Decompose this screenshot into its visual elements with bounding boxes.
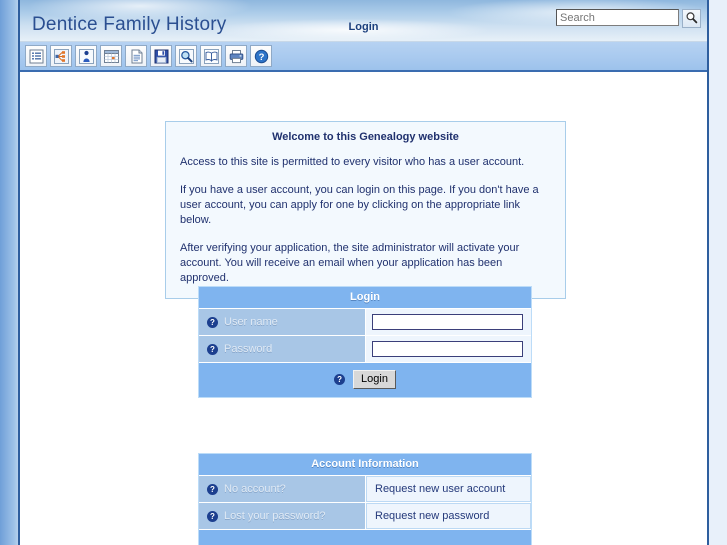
account-information-panel: Account Information ? No account? Reques… xyxy=(198,453,532,545)
document-icon xyxy=(129,49,144,64)
account-panel-title: Account Information xyxy=(199,454,531,476)
list-icon xyxy=(29,49,44,64)
tree-chart-icon xyxy=(53,48,69,64)
print-button[interactable] xyxy=(225,45,247,67)
sources-button[interactable] xyxy=(200,45,222,67)
book-icon xyxy=(203,48,219,64)
username-input[interactable] xyxy=(372,314,523,330)
request-new-user-account-link[interactable]: Request new user account xyxy=(375,483,505,495)
login-panel: Login ? User name ? Password ? Login xyxy=(198,286,532,398)
no-account-label: No account? xyxy=(224,483,286,495)
magnifier-icon xyxy=(178,48,194,64)
reports-button[interactable] xyxy=(125,45,147,67)
username-field-cell xyxy=(366,309,531,335)
lost-password-label-cell: ? Lost your password? xyxy=(199,503,366,529)
svg-text:?: ? xyxy=(258,52,264,63)
request-account-cell[interactable]: Request new user account xyxy=(366,476,531,502)
username-label: User name xyxy=(224,316,278,328)
magnifier-icon xyxy=(685,11,698,27)
help-button[interactable]: ? xyxy=(250,45,272,67)
welcome-title: Welcome to this Genealogy website xyxy=(272,131,459,143)
question-mark-icon: ? xyxy=(254,49,269,64)
question-mark-icon[interactable]: ? xyxy=(207,316,218,328)
search-submit-button[interactable] xyxy=(682,9,701,28)
account-panel-footer xyxy=(199,530,531,545)
lost-password-label: Lost your password? xyxy=(224,510,326,522)
no-account-label-cell: ? No account? xyxy=(199,476,366,502)
question-mark-icon[interactable]: ? xyxy=(207,483,218,495)
printer-icon xyxy=(229,49,244,64)
floppy-disk-icon xyxy=(154,49,169,64)
password-input[interactable] xyxy=(372,341,523,357)
search-area xyxy=(556,9,701,28)
login-submit-button[interactable]: Login xyxy=(353,370,396,389)
calendar-button[interactable] xyxy=(100,45,122,67)
calendar-icon xyxy=(103,49,119,64)
login-panel-footer: ? Login xyxy=(199,363,531,397)
password-label: Password xyxy=(224,343,273,355)
login-panel-title: Login xyxy=(199,287,531,309)
no-account-row: ? No account? Request new user account xyxy=(199,476,531,503)
password-label-cell: ? Password xyxy=(199,336,366,362)
search-input[interactable] xyxy=(556,9,679,26)
search-toolbar-button[interactable] xyxy=(175,45,197,67)
username-row: ? User name xyxy=(199,309,531,336)
welcome-paragraph: After verifying your application, the si… xyxy=(180,242,520,284)
page-frame: Dentice Family History Login Search ? We… xyxy=(18,0,709,545)
pedigree-chart-button[interactable] xyxy=(50,45,72,67)
welcome-box: Welcome to this Genealogy website Access… xyxy=(165,121,566,299)
lost-password-row: ? Lost your password? Request new passwo… xyxy=(199,503,531,530)
person-icon xyxy=(78,48,94,64)
password-field-cell xyxy=(366,336,531,362)
main-content: Welcome to this Genealogy website Access… xyxy=(20,72,707,545)
request-new-password-link[interactable]: Request new password xyxy=(375,510,489,522)
question-mark-icon[interactable]: ? xyxy=(334,374,346,385)
main-toolbar: ? xyxy=(20,42,707,72)
question-mark-icon[interactable]: ? xyxy=(207,510,218,522)
username-label-cell: ? User name xyxy=(199,309,366,335)
save-gedcom-button[interactable] xyxy=(150,45,172,67)
welcome-paragraph: If you have a user account, you can logi… xyxy=(180,184,539,226)
password-row: ? Password xyxy=(199,336,531,363)
surname-list-button[interactable] xyxy=(25,45,47,67)
question-mark-icon[interactable]: ? xyxy=(207,343,218,355)
individuals-button[interactable] xyxy=(75,45,97,67)
site-header: Dentice Family History Login xyxy=(20,0,707,42)
request-password-cell[interactable]: Request new password xyxy=(366,503,531,529)
welcome-paragraph: Access to this site is permitted to ever… xyxy=(180,156,525,168)
